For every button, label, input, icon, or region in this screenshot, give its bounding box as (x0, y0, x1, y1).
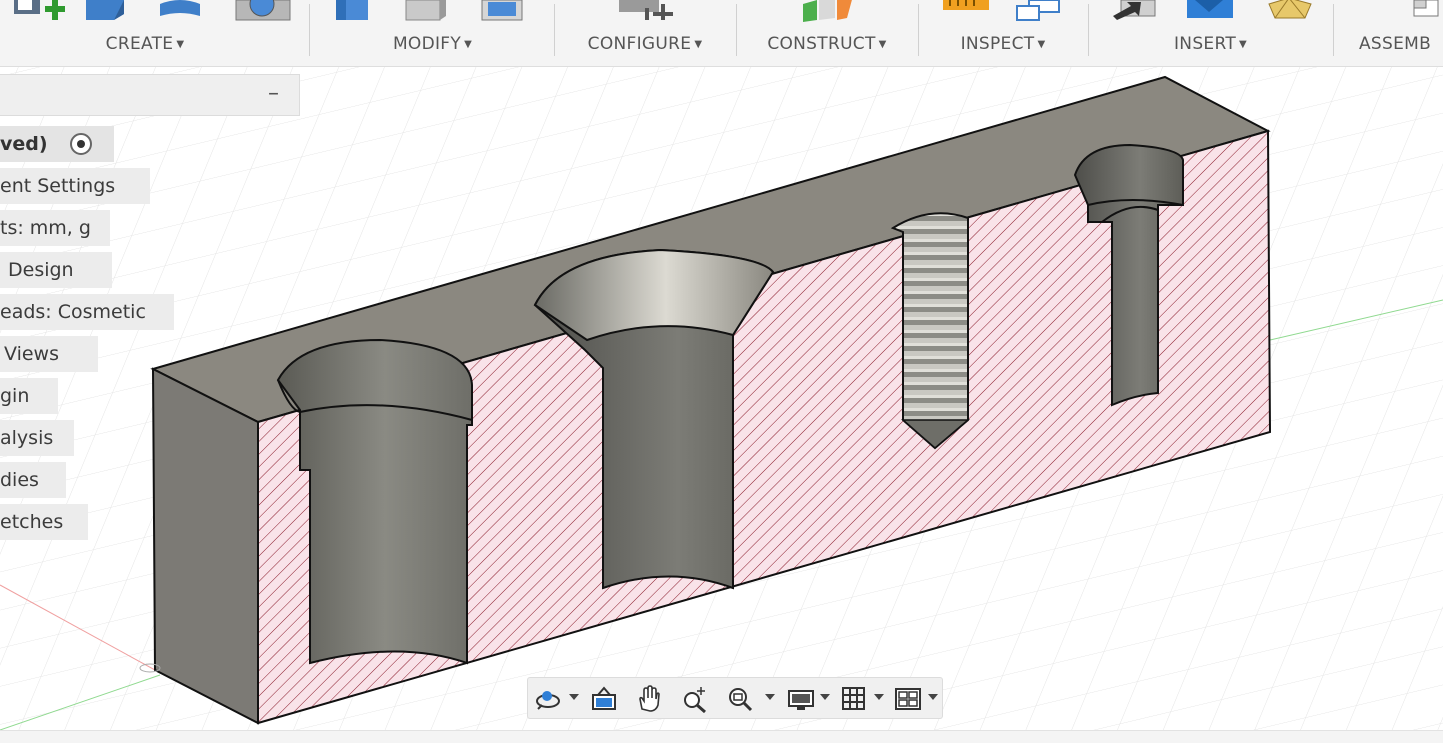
browser-item-label: gin (0, 385, 30, 407)
configure-table-icon[interactable] (617, 0, 677, 22)
display-settings-icon[interactable] (787, 685, 815, 713)
assemble-menu-label[interactable]: ASSEMB (1359, 34, 1431, 54)
browser-item-analysis[interactable]: alysis (0, 420, 74, 456)
toolbar-group-inspect[interactable]: INSPECT ▼ (919, 0, 1087, 66)
tapped-hole (890, 212, 969, 450)
browser-item-threads[interactable]: eads: Cosmetic (0, 294, 174, 330)
browser-item-sketches[interactable]: etches (0, 504, 88, 540)
display-menu-caret[interactable] (820, 694, 830, 700)
part-end-face (151, 367, 259, 725)
browser-item-bodies[interactable]: dies (0, 462, 66, 498)
viewports-icon[interactable] (894, 685, 922, 713)
decal-icon[interactable] (1185, 0, 1235, 22)
look-at-icon[interactable] (590, 685, 618, 713)
construct-menu-label[interactable]: CONSTRUCT ▼ (737, 34, 917, 54)
browser-item-origin[interactable]: gin (0, 378, 58, 414)
hole-icon[interactable] (234, 0, 291, 22)
active-radio-icon[interactable] (70, 133, 92, 155)
browser-item-label: eads: Cosmetic (0, 301, 146, 323)
status-strip (0, 730, 1443, 743)
new-component-icon[interactable] (8, 0, 68, 22)
browser-item-label: ved) (0, 133, 48, 155)
configure-menu-label[interactable]: CONFIGURE ▼ (555, 34, 735, 54)
interference-icon[interactable] (1015, 0, 1065, 22)
toolbar-group-modify[interactable]: MODIFY ▼ (310, 0, 555, 66)
measure-icon[interactable] (941, 0, 991, 22)
viewports-menu-caret[interactable] (928, 694, 938, 700)
browser-item-label: Views (4, 343, 59, 365)
model-canvas[interactable] (0, 67, 1443, 730)
browser-item-label: ent Settings (0, 175, 116, 197)
insert-derive-icon[interactable] (1111, 0, 1161, 22)
grid-settings-icon[interactable] (840, 685, 868, 713)
browser-item-label: etches (0, 511, 64, 533)
browser-item-label: Design (8, 259, 74, 281)
offset-plane-icon[interactable] (801, 0, 857, 22)
canvas-viewport[interactable] (0, 67, 1443, 730)
insert-mesh-icon[interactable] (1265, 0, 1315, 22)
grid-menu-caret[interactable] (874, 694, 884, 700)
toolbar-group-assemble[interactable]: ASSEMB (1334, 0, 1443, 66)
orbit-menu-caret[interactable] (569, 694, 579, 700)
browser-item-design[interactable]: Design (0, 252, 112, 288)
new-component-assemble-icon[interactable] (1412, 0, 1442, 22)
browser-item-label: alysis (0, 427, 54, 449)
fillet-icon[interactable] (404, 0, 448, 22)
toolbar-group-configure[interactable]: CONFIGURE ▼ (555, 0, 735, 66)
design-toolbar: CREATE ▼ MODIFY ▼ CONFIGURE ▼ CONSTRUCT ▼ (0, 0, 1443, 67)
press-pull-icon[interactable] (332, 0, 376, 22)
inspect-menu-label[interactable]: INSPECT ▼ (919, 34, 1087, 54)
zoom-menu-caret[interactable] (765, 694, 775, 700)
shell-icon[interactable] (480, 0, 524, 22)
toolbar-group-create[interactable]: CREATE ▼ (0, 0, 291, 66)
browser-root-item[interactable]: ved) (0, 126, 114, 162)
navigation-bar (527, 677, 943, 719)
browser-item-label: dies (0, 469, 39, 491)
extrude-icon[interactable] (84, 0, 128, 22)
browser-item-named-views[interactable]: Views (0, 336, 98, 372)
browser-item-label: ts: mm, g (0, 217, 91, 239)
browser-item-document-settings[interactable]: ent Settings (0, 168, 150, 204)
pan-hand-icon[interactable] (635, 685, 663, 713)
revolve-icon[interactable] (158, 0, 202, 22)
browser-item-units[interactable]: ts: mm, g (0, 210, 110, 246)
orbit-icon[interactable] (534, 685, 562, 713)
fit-zoom-icon[interactable] (726, 685, 754, 713)
browser-header: – (0, 74, 300, 116)
create-menu-label[interactable]: CREATE ▼ (0, 34, 290, 54)
insert-menu-label[interactable]: INSERT ▼ (1089, 34, 1332, 54)
toolbar-group-construct[interactable]: CONSTRUCT ▼ (737, 0, 917, 66)
zoom-icon[interactable] (681, 685, 709, 714)
collapse-browser-button[interactable]: – (268, 81, 279, 106)
toolbar-group-insert[interactable]: INSERT ▼ (1089, 0, 1332, 66)
modify-menu-label[interactable]: MODIFY ▼ (310, 34, 555, 54)
